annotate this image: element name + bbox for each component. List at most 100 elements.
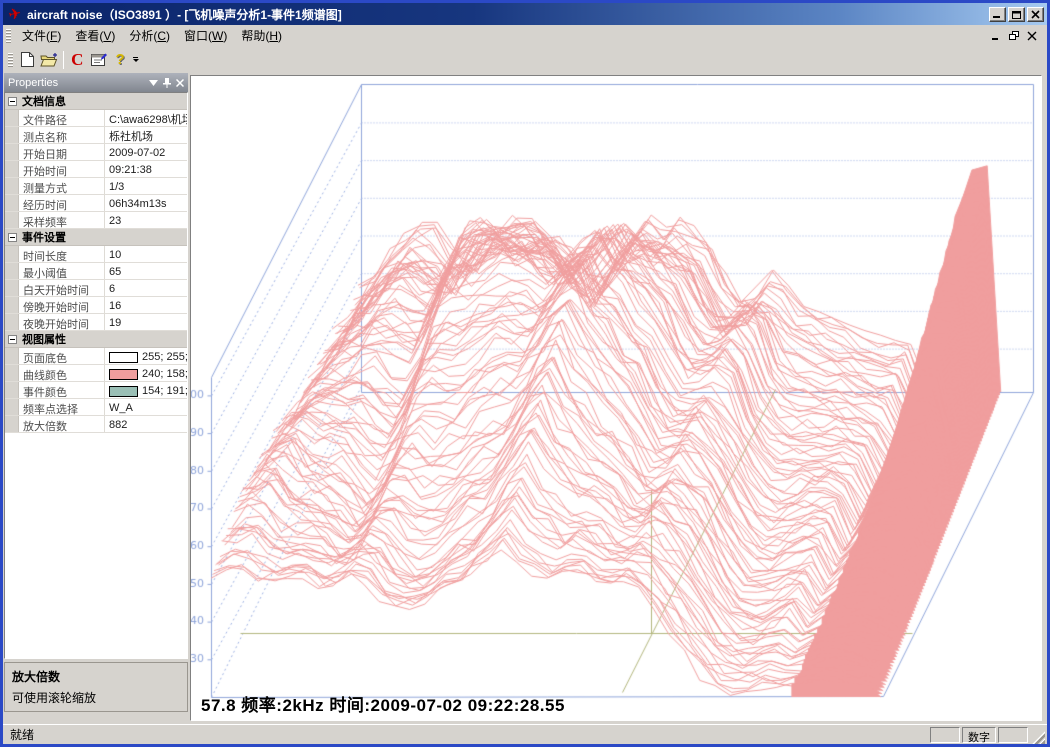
property-value[interactable]: C:\awa6298\机场: [105, 110, 187, 126]
property-row[interactable]: 夜晚开始时间19: [5, 314, 187, 331]
row-gutter: [5, 399, 19, 415]
properties-panel: Properties 文档信息文件路径C:\awa6298\机场测点名称栎社机场…: [3, 73, 189, 724]
property-row[interactable]: 频率点选择W_A: [5, 399, 187, 416]
panel-pin-button[interactable]: [163, 78, 171, 88]
property-value[interactable]: 1/3: [105, 178, 187, 194]
property-row[interactable]: 白天开始时间6: [5, 280, 187, 297]
row-gutter: [5, 178, 19, 194]
airplane-icon: ✈: [5, 5, 26, 23]
status-text: 就绪: [3, 726, 34, 743]
color-swatch[interactable]: [109, 369, 138, 380]
property-description-text: 可使用滚轮缩放: [12, 689, 180, 706]
row-gutter: [5, 416, 19, 432]
open-file-button[interactable]: [38, 49, 59, 71]
property-value-text: 16: [109, 300, 121, 312]
section-header[interactable]: 文档信息: [5, 93, 187, 110]
property-value-text: 19: [109, 317, 121, 329]
property-value[interactable]: 16: [105, 297, 187, 313]
menu-item[interactable]: 文件(F): [15, 25, 68, 46]
property-row[interactable]: 事件颜色154; 191; 18: [5, 382, 187, 399]
menu-item[interactable]: 帮助(H): [234, 25, 289, 46]
property-value[interactable]: 06h34m13s: [105, 195, 187, 211]
property-row[interactable]: 最小阈值65: [5, 263, 187, 280]
mdi-close-button[interactable]: [1027, 31, 1037, 41]
menubar: 文件(F)查看(V)分析(C)窗口(W)帮助(H): [3, 25, 1047, 46]
property-row[interactable]: 开始时间09:21:38: [5, 161, 187, 178]
section-title: 事件设置: [22, 229, 66, 245]
property-row[interactable]: 曲线颜色240; 158; 15: [5, 365, 187, 382]
mdi-minimize-button[interactable]: [991, 31, 1001, 41]
close-icon: [176, 79, 184, 87]
property-grid: 文档信息文件路径C:\awa6298\机场测点名称栎社机场开始日期2009-07…: [4, 92, 188, 659]
new-file-button[interactable]: [17, 49, 38, 71]
collapse-icon[interactable]: [8, 97, 17, 106]
c-weighting-button[interactable]: C: [67, 49, 88, 71]
property-value[interactable]: 154; 191; 18: [105, 382, 187, 398]
property-value[interactable]: 10: [105, 246, 187, 262]
menu-item[interactable]: 分析(C): [122, 25, 177, 46]
toolbar-overflow-button[interactable]: [131, 49, 141, 71]
maximize-button[interactable]: [1008, 7, 1025, 22]
mdi-restore-button[interactable]: [1009, 31, 1019, 41]
property-row[interactable]: 文件路径C:\awa6298\机场: [5, 110, 187, 127]
menu-item[interactable]: 窗口(W): [177, 25, 234, 46]
row-gutter: [5, 212, 19, 228]
property-value[interactable]: 2009-07-02: [105, 144, 187, 160]
section-header[interactable]: 视图属性: [5, 331, 187, 348]
main-area: Properties 文档信息文件路径C:\awa6298\机场测点名称栎社机场…: [3, 73, 1047, 724]
property-value-text: 154; 191; 18: [142, 385, 187, 397]
close-button[interactable]: [1027, 7, 1044, 22]
property-value[interactable]: 6: [105, 280, 187, 296]
toolbar-grip[interactable]: [8, 53, 13, 67]
property-value[interactable]: 栎社机场: [105, 127, 187, 143]
property-value-text: 1/3: [109, 181, 124, 193]
property-row[interactable]: 测量方式 1/3: [5, 178, 187, 195]
resize-grip[interactable]: [1032, 731, 1045, 744]
property-row[interactable]: 放大倍数882: [5, 416, 187, 433]
row-gutter: [5, 263, 19, 279]
properties-button[interactable]: [88, 49, 109, 71]
titlebar[interactable]: ✈ aircraft noise（ISO3891 ）- [飞机噪声分析1-事件1…: [3, 3, 1047, 25]
new-file-icon: [21, 52, 34, 67]
app-window: ✈ aircraft noise（ISO3891 ）- [飞机噪声分析1-事件1…: [0, 0, 1050, 747]
status-cell-数字: 数字: [962, 727, 996, 743]
property-label: 傍晚开始时间: [19, 297, 105, 313]
row-gutter: [5, 314, 19, 330]
row-gutter: [5, 127, 19, 143]
property-row[interactable]: 时间长度10: [5, 246, 187, 263]
minimize-button[interactable]: [989, 7, 1006, 22]
property-value[interactable]: W_A: [105, 399, 187, 415]
property-value-text: 09:21:38: [109, 164, 152, 176]
properties-panel-header[interactable]: Properties: [4, 73, 188, 92]
menubar-grip[interactable]: [6, 29, 11, 43]
panel-menu-button[interactable]: [149, 80, 158, 86]
spectrogram-canvas[interactable]: [191, 76, 1041, 721]
property-row[interactable]: 测点名称栎社机场: [5, 127, 187, 144]
property-row[interactable]: 傍晚开始时间 16: [5, 297, 187, 314]
collapse-icon[interactable]: [8, 335, 17, 344]
property-label: 测量方式: [19, 178, 105, 194]
property-value[interactable]: 09:21:38: [105, 161, 187, 177]
menu-item[interactable]: 查看(V): [68, 25, 122, 46]
row-gutter: [5, 195, 19, 211]
property-value[interactable]: 240; 158; 15: [105, 365, 187, 381]
property-value[interactable]: 65: [105, 263, 187, 279]
c-letter-icon: C: [71, 50, 83, 70]
property-row[interactable]: 经历时间06h34m13s: [5, 195, 187, 212]
collapse-icon[interactable]: [8, 233, 17, 242]
property-value[interactable]: 255; 255; 25: [105, 348, 187, 364]
section-header[interactable]: 事件设置: [5, 229, 187, 246]
property-row[interactable]: 采样频率23: [5, 212, 187, 229]
property-value[interactable]: 23: [105, 212, 187, 228]
property-row[interactable]: 开始日期2009-07-02: [5, 144, 187, 161]
section-title: 文档信息: [22, 93, 66, 109]
property-value[interactable]: 19: [105, 314, 187, 330]
property-value[interactable]: 882: [105, 416, 187, 432]
property-row[interactable]: 页面底色255; 255; 25: [5, 348, 187, 365]
color-swatch[interactable]: [109, 386, 138, 397]
help-icon: ?: [115, 51, 124, 68]
color-swatch[interactable]: [109, 352, 138, 363]
status-cell: [998, 727, 1028, 743]
help-button[interactable]: ?: [109, 49, 130, 71]
panel-close-button[interactable]: [176, 79, 184, 87]
